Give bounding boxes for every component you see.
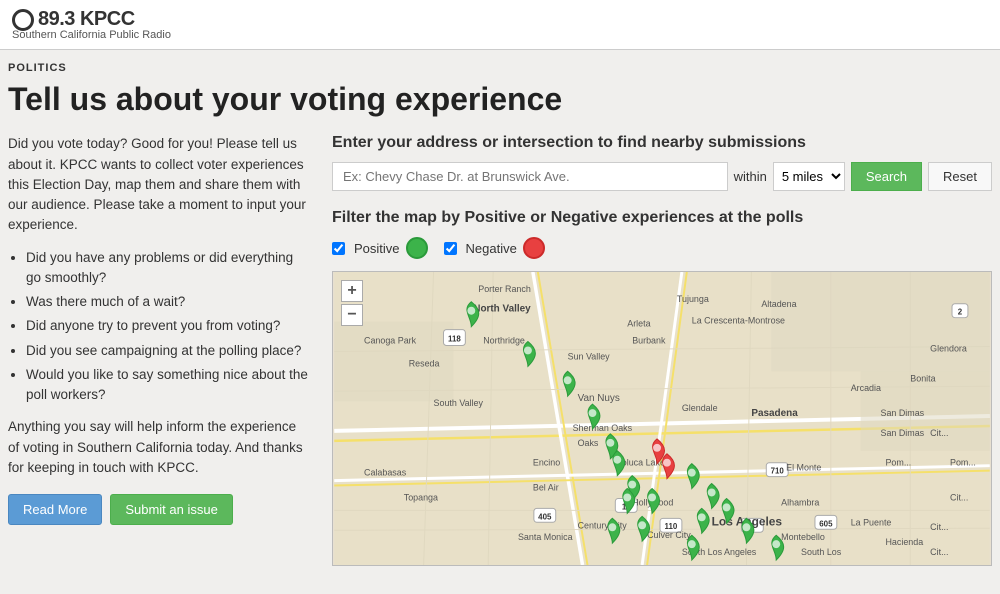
- svg-text:Glendora: Glendora: [930, 344, 967, 354]
- svg-text:Encino: Encino: [533, 458, 560, 468]
- filter-section-title: Filter the map by Positive or Negative e…: [332, 209, 992, 227]
- svg-text:Culver City: Culver City: [647, 531, 691, 541]
- svg-text:Calabasas: Calabasas: [364, 468, 407, 478]
- address-section-title: Enter your address or intersection to fi…: [332, 134, 992, 152]
- site-tagline: Southern California Public Radio: [12, 29, 171, 41]
- svg-text:Alhambra: Alhambra: [781, 498, 819, 508]
- svg-text:118: 118: [448, 335, 461, 344]
- svg-text:Pom...: Pom...: [885, 458, 911, 468]
- svg-text:Pom...: Pom...: [950, 458, 976, 468]
- svg-text:South Los: South Los: [801, 547, 842, 557]
- svg-text:Cit...: Cit...: [930, 428, 948, 438]
- zoom-in-button[interactable]: +: [341, 280, 363, 302]
- svg-text:Arcadia: Arcadia: [851, 384, 881, 394]
- svg-text:San Dimas: San Dimas: [881, 428, 925, 438]
- left-panel: Did you vote today? Good for you! Please…: [8, 134, 308, 566]
- svg-text:710: 710: [771, 467, 785, 476]
- question-5: Would you like to say something nice abo…: [26, 365, 308, 406]
- filter-negative[interactable]: Negative: [444, 237, 545, 259]
- filter-positive-checkbox[interactable]: [332, 242, 345, 255]
- search-button[interactable]: Search: [851, 162, 922, 191]
- svg-text:Hacienda: Hacienda: [885, 538, 923, 548]
- svg-text:Tujunga: Tujunga: [677, 294, 709, 304]
- svg-text:Bonita: Bonita: [910, 374, 935, 384]
- category-label: POLITICS: [8, 62, 992, 74]
- svg-text:La Puente: La Puente: [851, 518, 892, 528]
- question-2: Was there much of a wait?: [26, 292, 308, 312]
- site-header: 89.3 89.3 KPCCKPCC Southern California P…: [0, 0, 1000, 50]
- svg-text:Porter Ranch: Porter Ranch: [478, 284, 531, 294]
- svg-text:San Dimas: San Dimas: [881, 408, 925, 418]
- action-buttons: Read More Submit an issue: [8, 494, 308, 525]
- svg-text:North Valley: North Valley: [473, 304, 531, 315]
- miles-select[interactable]: 5 miles: [773, 162, 845, 191]
- svg-text:El Monte: El Monte: [786, 463, 821, 473]
- svg-text:2: 2: [958, 308, 963, 317]
- search-row: within 5 miles Search Reset: [332, 162, 992, 191]
- filter-row: Positive Negative: [332, 237, 992, 259]
- svg-text:Northridge: Northridge: [483, 336, 525, 346]
- svg-text:Cit...: Cit...: [930, 523, 948, 533]
- svg-text:South Valley: South Valley: [434, 398, 484, 408]
- filter-negative-label: Negative: [466, 241, 517, 256]
- reset-button[interactable]: Reset: [928, 162, 992, 191]
- svg-text:Van Nuys: Van Nuys: [578, 394, 620, 405]
- logo-text: 89.3 89.3 KPCCKPCC: [38, 8, 135, 31]
- outro-text: Anything you say will help inform the ex…: [8, 417, 308, 478]
- svg-text:Oaks: Oaks: [578, 438, 599, 448]
- svg-text:Topanga: Topanga: [404, 493, 438, 503]
- svg-text:Pasadena: Pasadena: [751, 408, 798, 419]
- question-3: Did anyone try to prevent you from votin…: [26, 316, 308, 336]
- svg-text:Cit...: Cit...: [930, 547, 948, 557]
- page-title: Tell us about your voting experience: [8, 80, 992, 118]
- svg-text:605: 605: [819, 520, 833, 529]
- main-content: POLITICS Tell us about your voting exper…: [0, 50, 1000, 578]
- svg-text:Burbank: Burbank: [632, 336, 666, 346]
- right-panel: Enter your address or intersection to fi…: [332, 134, 992, 566]
- questions-list: Did you have any problems or did everyth…: [26, 248, 308, 406]
- svg-text:Montebello: Montebello: [781, 533, 825, 543]
- intro-text: Did you vote today? Good for you! Please…: [8, 134, 308, 235]
- positive-dot-icon: [406, 237, 428, 259]
- svg-text:Canoga Park: Canoga Park: [364, 336, 417, 346]
- zoom-out-button[interactable]: −: [341, 304, 363, 326]
- svg-text:Reseda: Reseda: [409, 359, 440, 369]
- svg-text:Altadena: Altadena: [761, 299, 796, 309]
- svg-text:Glendale: Glendale: [682, 403, 718, 413]
- question-1: Did you have any problems or did everyth…: [26, 248, 308, 289]
- svg-text:La Crescenta-Montrose: La Crescenta-Montrose: [692, 316, 785, 326]
- question-4: Did you see campaigning at the polling p…: [26, 341, 308, 361]
- svg-text:Sun Valley: Sun Valley: [568, 352, 611, 362]
- svg-text:Sherman Oaks: Sherman Oaks: [573, 423, 633, 433]
- svg-text:Cit...: Cit...: [950, 493, 968, 503]
- content-area: Did you vote today? Good for you! Please…: [8, 134, 992, 566]
- svg-text:Arleta: Arleta: [627, 319, 650, 329]
- logo-circle-icon: [12, 9, 34, 31]
- address-search-input[interactable]: [332, 162, 728, 191]
- map-zoom-controls: + −: [341, 280, 363, 328]
- within-label: within: [734, 169, 767, 184]
- filter-positive[interactable]: Positive: [332, 237, 428, 259]
- svg-text:405: 405: [538, 513, 552, 522]
- svg-text:Bel Air: Bel Air: [533, 483, 559, 493]
- map-container[interactable]: 118 2 405 110 10 5: [332, 271, 992, 566]
- read-more-button[interactable]: Read More: [8, 494, 102, 525]
- submit-issue-button[interactable]: Submit an issue: [110, 494, 233, 525]
- filter-positive-label: Positive: [354, 241, 400, 256]
- map-background: 118 2 405 110 10 5: [333, 272, 991, 565]
- svg-text:Santa Monica: Santa Monica: [518, 533, 573, 543]
- negative-dot-icon: [523, 237, 545, 259]
- filter-negative-checkbox[interactable]: [444, 242, 457, 255]
